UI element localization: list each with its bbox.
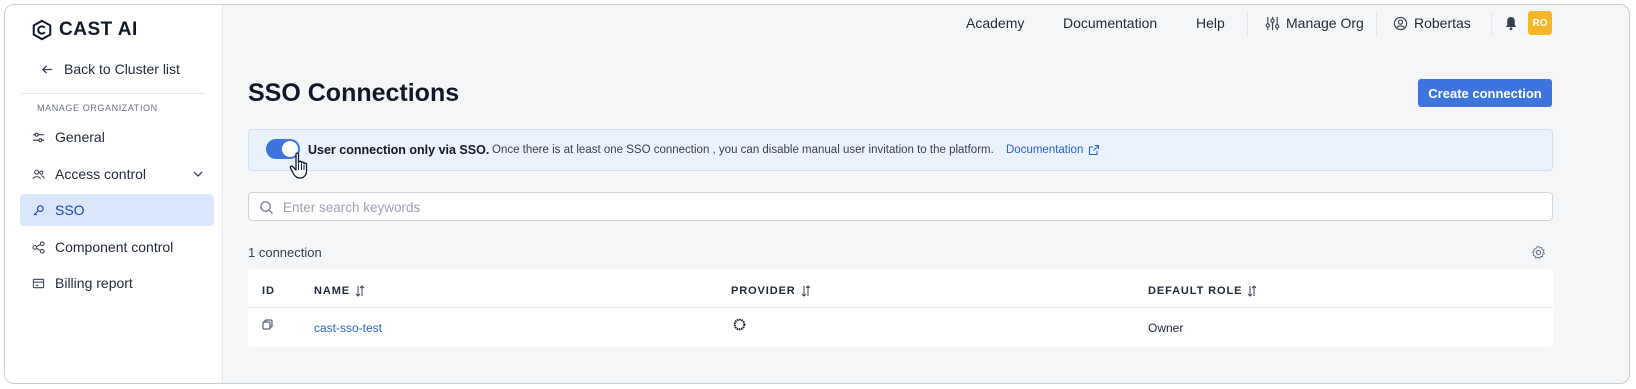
column-header-label: PROVIDER xyxy=(731,285,796,297)
gear-icon[interactable] xyxy=(1531,245,1546,260)
sso-only-description: Once there is at least one SSO connectio… xyxy=(492,144,994,156)
manage-org-label: Manage Org xyxy=(1286,15,1364,31)
sort-icon[interactable] xyxy=(355,285,365,297)
column-header-label: DEFAULT ROLE xyxy=(1148,285,1243,297)
sidebar-item-label: General xyxy=(55,129,105,145)
sidebar-item-label: SSO xyxy=(55,202,85,218)
column-header-default-role[interactable]: DEFAULT ROLE xyxy=(1148,285,1257,297)
user-circle-icon xyxy=(1393,16,1408,30)
sidebar-item-general[interactable]: General xyxy=(20,121,214,153)
column-header-label: NAME xyxy=(314,285,350,297)
arrow-left-icon xyxy=(41,64,53,74)
search-input[interactable] xyxy=(283,196,1483,218)
chevron-down-icon[interactable] xyxy=(192,168,204,180)
sidebar-item-label: Billing report xyxy=(55,275,133,291)
back-label: Back to Cluster list xyxy=(64,61,180,77)
sort-icon[interactable] xyxy=(801,285,811,297)
app-window: CAST AI Back to Cluster list MANAGE ORGA… xyxy=(4,4,1630,384)
manage-org-link[interactable]: Manage Org xyxy=(1265,15,1364,31)
user-name: Robertas xyxy=(1414,15,1471,31)
copy-icon[interactable] xyxy=(262,319,273,330)
table-divider xyxy=(248,307,1553,308)
hand-pointer-cursor-icon xyxy=(289,152,308,179)
sso-only-banner: User connection only via SSO. Once there… xyxy=(248,129,1553,171)
top-navigation: Academy Documentation Help Manage Org Ro… xyxy=(223,5,1629,47)
connection-name-link[interactable]: cast-sso-test xyxy=(314,321,382,335)
default-role-value: Owner xyxy=(1148,321,1184,335)
sidebar: CAST AI Back to Cluster list MANAGE ORGA… xyxy=(5,5,223,383)
users-icon xyxy=(32,169,45,179)
billing-icon xyxy=(32,278,45,288)
documentation-link-label: Documentation xyxy=(1006,144,1084,156)
sidebar-item-billing-report[interactable]: Billing report xyxy=(20,267,214,299)
sliders-icon xyxy=(32,132,45,142)
user-menu[interactable]: Robertas xyxy=(1393,15,1471,31)
academy-link[interactable]: Academy xyxy=(966,15,1024,31)
avatar[interactable]: RO xyxy=(1528,11,1552,35)
bell-icon[interactable] xyxy=(1503,15,1519,31)
search-box xyxy=(248,192,1553,221)
connection-count: 1 connection xyxy=(248,245,322,260)
sort-icon[interactable] xyxy=(1247,285,1257,297)
sidebar-item-label: Access control xyxy=(55,166,147,182)
column-header-name[interactable]: NAME xyxy=(314,285,365,297)
sidebar-divider xyxy=(21,93,206,94)
external-link-icon xyxy=(1089,144,1100,156)
logo[interactable]: CAST AI xyxy=(31,19,138,41)
back-to-cluster-list-link[interactable]: Back to Cluster list xyxy=(41,61,180,77)
sidebar-section-title: MANAGE ORGANIZATION xyxy=(37,103,158,113)
documentation-external-link[interactable]: Documentation xyxy=(1006,144,1100,156)
create-connection-button[interactable]: Create connection xyxy=(1418,79,1552,107)
sidebar-item-access-control[interactable]: Access control xyxy=(20,158,214,190)
sso-only-title: User connection only via SSO. xyxy=(308,143,490,157)
column-header-id: ID xyxy=(262,285,275,297)
sidebar-item-label: Component control xyxy=(55,239,174,255)
topbar-divider xyxy=(1247,11,1248,37)
search-icon xyxy=(260,201,274,215)
cast-ai-logo-icon xyxy=(32,19,52,41)
okta-icon xyxy=(733,318,746,331)
topbar-divider xyxy=(1491,11,1492,37)
documentation-link[interactable]: Documentation xyxy=(1063,15,1157,31)
page-title: SSO Connections xyxy=(248,79,460,107)
sliders-vertical-icon xyxy=(1265,16,1280,30)
sidebar-item-sso[interactable]: SSO xyxy=(20,194,214,226)
key-icon xyxy=(33,204,44,216)
connections-table: ID NAME PROVIDER DEFAULT ROLE cast-sso-t… xyxy=(248,269,1553,347)
help-link[interactable]: Help xyxy=(1196,15,1225,31)
topbar-divider xyxy=(1376,11,1377,37)
components-icon xyxy=(32,240,45,254)
column-header-provider[interactable]: PROVIDER xyxy=(731,285,811,297)
column-header-label: ID xyxy=(262,285,275,297)
brand-name: CAST AI xyxy=(59,19,138,40)
sidebar-item-component-control[interactable]: Component control xyxy=(20,231,214,263)
